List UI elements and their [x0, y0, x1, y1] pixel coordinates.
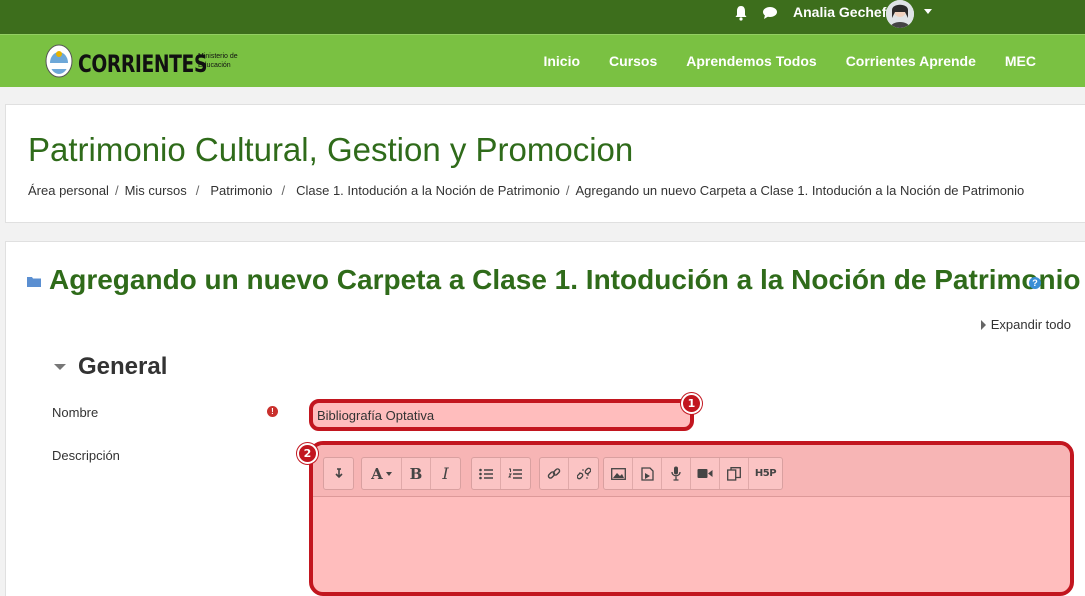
chevron-down-icon — [385, 471, 392, 476]
link-icon[interactable] — [540, 458, 569, 489]
form-title: Agregando un nuevo Carpeta a Clase 1. In… — [49, 264, 1081, 295]
chat-icon[interactable] — [762, 6, 778, 20]
chevron-right-icon — [980, 320, 986, 330]
brand-subtitle: Ministerio de Educación — [198, 53, 238, 69]
page-title: Patrimonio Cultural, Gestion y Promocion — [28, 131, 634, 168]
ordered-list-icon[interactable] — [501, 458, 530, 489]
nav-link-inicio[interactable]: Inicio — [543, 53, 580, 69]
name-input[interactable] — [317, 407, 686, 424]
editor-toolbar: A B I H5P — [313, 445, 1070, 497]
toolbar-group-lists — [471, 457, 531, 490]
nav-link-cursos[interactable]: Cursos — [609, 53, 657, 69]
breadcrumb-separator: / — [114, 183, 119, 198]
section-collapse-icon[interactable] — [54, 364, 66, 370]
nav-link-mec[interactable]: MEC — [1005, 53, 1036, 69]
image-icon[interactable] — [604, 458, 633, 489]
toolbar-group-collapse — [323, 457, 354, 490]
breadcrumb-item-current: Agregando un nuevo Carpeta a Clase 1. In… — [575, 183, 1025, 198]
manage-files-icon[interactable] — [720, 458, 749, 489]
top-bar: Analia Gecheff — [0, 0, 1085, 34]
required-icon: ! — [267, 406, 278, 417]
breadcrumb: Área personal / Mis cursos / Patrimonio / Clas… — [28, 183, 1024, 198]
bell-icon[interactable] — [734, 5, 748, 21]
user-name[interactable]: Analia Gecheff — [793, 4, 891, 20]
unordered-list-icon[interactable] — [472, 458, 501, 489]
step-badge-2: 2 — [297, 443, 318, 464]
toolbar-group-media: H5P — [603, 457, 783, 490]
description-label: Descripción — [52, 448, 120, 463]
record-video-icon[interactable] — [691, 458, 720, 489]
section-title-general[interactable]: General — [78, 353, 167, 381]
nav-link-aprendemos-todos[interactable]: Aprendemos Todos — [686, 53, 816, 69]
help-icon[interactable]: ? — [1029, 277, 1041, 289]
chevron-down-icon[interactable] — [924, 9, 932, 14]
description-editor: A B I H5P — [309, 441, 1074, 596]
media-icon[interactable] — [633, 458, 662, 489]
editor-content-area[interactable] — [313, 497, 1070, 592]
record-audio-icon[interactable] — [662, 458, 691, 489]
breadcrumb-item-clase-1[interactable]: Clase 1. Intodución a la Noción de Patri… — [296, 183, 560, 198]
step-badge-1: 1 — [681, 393, 702, 414]
name-label: Nombre — [52, 405, 99, 420]
toolbar-group-style: A B I — [361, 457, 461, 490]
breadcrumb-item-mis-cursos[interactable]: Mis cursos — [125, 183, 187, 198]
unlink-icon[interactable] — [569, 458, 598, 489]
toolbar-group-links — [539, 457, 599, 490]
bold-icon[interactable]: B — [402, 458, 431, 489]
main-navbar: CORRIENTES Ministerio de Educación Inici… — [0, 34, 1085, 87]
avatar[interactable] — [886, 0, 914, 28]
breadcrumb-item-area-personal[interactable]: Área personal — [28, 183, 109, 198]
font-style-icon[interactable]: A — [362, 458, 402, 489]
seal-icon — [45, 44, 73, 78]
brand-name: CORRIENTES — [78, 50, 208, 78]
nav-links: Inicio Cursos Aprendemos Todos Corriente… — [514, 53, 1036, 69]
h5p-icon[interactable]: H5P — [749, 458, 782, 489]
collapse-icon[interactable] — [324, 458, 353, 489]
edit-form-card: Agregando un nuevo Carpeta a Clase 1. In… — [5, 241, 1085, 596]
breadcrumb-separator: / — [195, 183, 200, 198]
nav-link-corrientes-aprende[interactable]: Corrientes Aprende — [846, 53, 976, 69]
breadcrumb-separator: / — [565, 183, 570, 198]
breadcrumb-item-patrimonio[interactable]: Patrimonio — [210, 183, 272, 198]
expand-all-link[interactable]: Expandir todo — [980, 317, 1071, 332]
name-field-highlight — [309, 399, 694, 431]
folder-icon — [27, 277, 41, 287]
italic-icon[interactable]: I — [431, 458, 460, 489]
course-header: Patrimonio Cultural, Gestion y Promocion… — [5, 104, 1085, 223]
breadcrumb-separator: / — [281, 183, 286, 198]
